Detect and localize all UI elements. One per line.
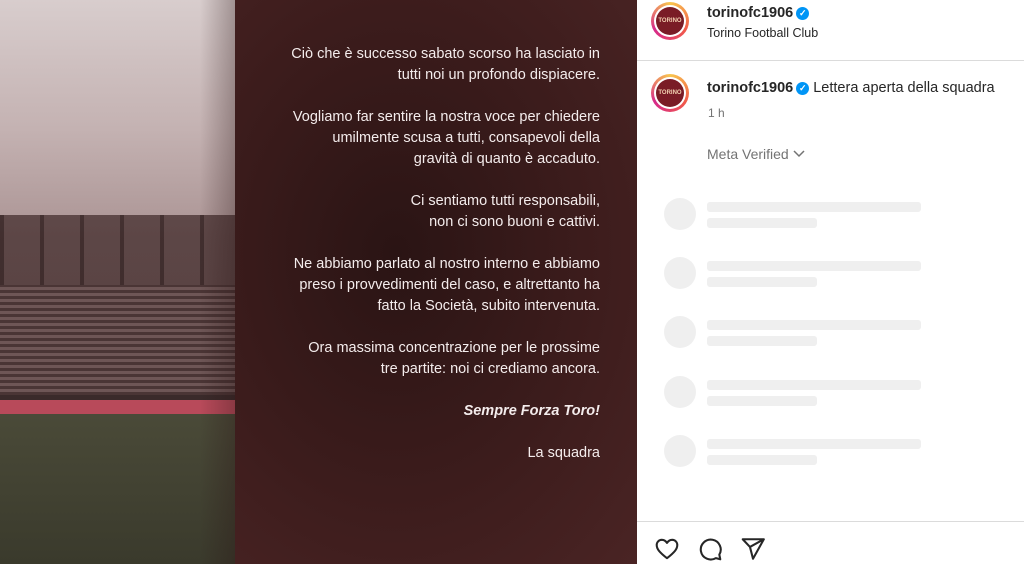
comment-placeholder (664, 374, 924, 414)
letter-paragraph: Ora massima concentrazione per le prossi… (308, 340, 600, 377)
comment-icon[interactable] (697, 536, 723, 562)
header-username[interactable]: torinofc1906 (707, 5, 793, 21)
open-letter: Ciò che è successo sabato scorso ha lasc… (260, 44, 600, 485)
divider (637, 60, 1024, 61)
post-sidebar: TORINO torinofc1906 ✓ Torino Football Clu… (637, 0, 1024, 564)
post-time[interactable]: 1 h (708, 106, 725, 120)
avatar[interactable]: TORINO (651, 74, 689, 112)
verified-badge-icon: ✓ (796, 7, 810, 20)
share-icon[interactable] (740, 536, 766, 562)
heart-icon[interactable] (654, 536, 680, 562)
avatar[interactable]: TORINO (651, 2, 689, 40)
letter-paragraph: Vogliamo far sentire la nostra voce per … (292, 109, 600, 167)
comment-placeholder (664, 196, 924, 236)
caption-text: Lettera aperta della squadra (813, 80, 995, 96)
header-subtitle[interactable]: Torino Football Club (707, 26, 818, 40)
letter-paragraph: Ci sentiamo tutti responsabili, non ci s… (410, 193, 600, 230)
comment-placeholder (664, 255, 924, 295)
post-image: Ciò che è successo sabato scorso ha lasc… (0, 0, 637, 564)
club-logo: TORINO (656, 79, 684, 107)
comment-placeholder (664, 314, 924, 354)
chevron-down-icon (793, 146, 805, 162)
meta-verified-toggle[interactable]: Meta Verified (707, 146, 805, 162)
letter-signature: La squadra (527, 445, 600, 461)
verified-badge-icon: ✓ (796, 82, 810, 95)
comment-placeholder (664, 433, 924, 473)
caption-row: torinofc1906 ✓ Lettera aperta della squadr… (707, 80, 995, 96)
letter-paragraph: Ciò che è successo sabato scorso ha lasc… (291, 46, 600, 83)
divider (637, 521, 1024, 522)
header-username-row[interactable]: torinofc1906 ✓ (707, 5, 810, 21)
letter-paragraph: Ne abbiamo parlato al nostro interno e a… (293, 256, 600, 314)
meta-verified-label: Meta Verified (707, 146, 789, 162)
club-logo: TORINO (656, 7, 684, 35)
caption-username[interactable]: torinofc1906 (707, 80, 793, 96)
letter-motto: Sempre Forza Toro! (463, 403, 600, 419)
